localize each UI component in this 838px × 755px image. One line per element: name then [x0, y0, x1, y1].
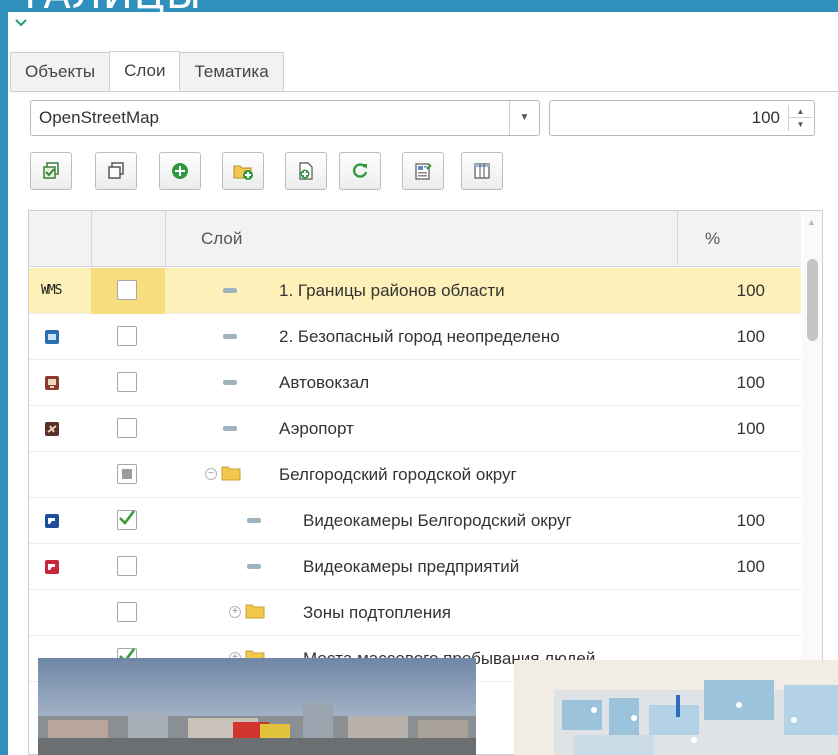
base-map-select[interactable]: OpenStreetMap ▼	[30, 100, 540, 136]
layer-checkbox[interactable]	[117, 510, 137, 530]
layer-dash-icon	[223, 334, 237, 339]
layer-name: Аэропорт	[279, 419, 354, 438]
city-panorama-image	[38, 658, 476, 755]
tab-thematic[interactable]: Тематика	[179, 52, 284, 92]
folder-checkbox[interactable]	[117, 602, 137, 622]
indoor-map-image	[514, 660, 838, 755]
layer-percent: 100	[736, 281, 765, 300]
opacity-value: 100	[751, 108, 780, 127]
tab-layers[interactable]: Слои	[109, 51, 181, 92]
table-row[interactable]: Видеокамеры Белгородский округ 100	[29, 498, 801, 544]
layer-name: 2. Безопасный город неопределено	[279, 327, 560, 346]
airport-icon	[45, 422, 59, 436]
add-layer-button[interactable]	[159, 152, 201, 190]
deselect-all-icon	[108, 162, 124, 179]
layer-percent: 100	[736, 419, 765, 438]
table-header: Слой %	[29, 211, 801, 267]
bus-station-icon	[45, 376, 59, 390]
layer-dash-icon	[223, 426, 237, 431]
expand-icon[interactable]: +	[229, 606, 241, 618]
opacity-spinner[interactable]: 100 ▲ ▼	[549, 100, 815, 136]
layer-dash-icon	[247, 564, 261, 569]
layer-checkbox[interactable]	[117, 280, 137, 300]
tab-objects[interactable]: Объекты	[10, 52, 111, 92]
select-all-icon	[43, 162, 59, 179]
table-row[interactable]: Видеокамеры предприятий 100	[29, 544, 801, 590]
spin-down-icon[interactable]: ▼	[789, 118, 812, 131]
layer-name: Автовокзал	[279, 373, 370, 392]
layer-percent: 100	[736, 327, 765, 346]
dropdown-arrow-icon[interactable]: ▼	[509, 101, 539, 135]
refresh-icon	[353, 163, 368, 178]
floor-plan-map	[514, 660, 838, 755]
column-percent-header[interactable]: %	[705, 211, 720, 267]
export-icon	[415, 163, 432, 180]
scroll-thumb[interactable]	[807, 259, 818, 341]
table-row[interactable]: Автовокзал 100	[29, 360, 801, 406]
export-button[interactable]	[402, 152, 444, 190]
collapse-icon[interactable]: −	[205, 468, 217, 480]
layer-dash-icon	[223, 288, 237, 293]
layer-name: Видеокамеры Белгородский округ	[303, 511, 572, 530]
column-layer-header[interactable]: Слой	[201, 211, 242, 267]
table-row[interactable]: + Зоны подтопления	[29, 590, 801, 636]
add-folder-button[interactable]	[222, 152, 264, 190]
add-file-button[interactable]	[285, 152, 327, 190]
city-photo	[38, 658, 476, 755]
deselect-all-button[interactable]	[95, 152, 137, 190]
columns-button[interactable]	[461, 152, 503, 190]
tab-bar: Объекты Слои Тематика	[10, 42, 284, 92]
add-folder-icon	[233, 165, 253, 180]
base-map-value: OpenStreetMap	[39, 108, 160, 127]
add-layer-icon	[172, 163, 188, 179]
checkmark-icon	[119, 510, 136, 525]
layer-percent: 100	[736, 511, 765, 530]
spinner-buttons[interactable]: ▲ ▼	[788, 105, 812, 131]
layer-name: Видеокамеры предприятий	[303, 557, 520, 576]
refresh-button[interactable]	[339, 152, 381, 190]
select-all-button[interactable]	[30, 152, 72, 190]
folder-name: Зоны подтопления	[303, 603, 451, 622]
layer-percent: 100	[736, 373, 765, 392]
table-row[interactable]: 2. Безопасный город неопределено 100	[29, 314, 801, 360]
layer-checkbox[interactable]	[117, 372, 137, 392]
columns-icon	[474, 163, 490, 179]
table-row[interactable]: WMS 1. Границы районов области 100	[29, 268, 801, 314]
scroll-up-icon[interactable]: ▲	[807, 217, 816, 227]
layer-name: 1. Границы районов области	[279, 281, 505, 300]
table-row[interactable]: − Белгородский городской округ	[29, 452, 801, 498]
layer-checkbox[interactable]	[117, 418, 137, 438]
wms-icon: WMS	[41, 283, 63, 298]
folder-checkbox[interactable]	[117, 464, 137, 484]
folder-icon	[221, 466, 241, 481]
table-row[interactable]: Аэропорт 100	[29, 406, 801, 452]
folder-icon	[245, 604, 265, 619]
layer-dash-icon	[223, 380, 237, 385]
layer-checkbox[interactable]	[117, 556, 137, 576]
tab-divider	[10, 91, 838, 92]
blue-camera-icon	[45, 330, 59, 344]
layers-panel: Объекты Слои Тематика OpenStreetMap ▼ 10…	[8, 12, 838, 755]
camera-district-icon	[45, 514, 59, 528]
layer-dash-icon	[247, 518, 261, 523]
layer-checkbox[interactable]	[117, 326, 137, 346]
layer-percent: 100	[736, 557, 765, 576]
camera-company-icon	[45, 560, 59, 574]
add-file-icon	[299, 162, 313, 180]
spin-up-icon[interactable]: ▲	[789, 105, 812, 118]
folder-name: Белгородский городской округ	[279, 465, 517, 484]
collapse-chevron-icon[interactable]	[14, 16, 28, 30]
